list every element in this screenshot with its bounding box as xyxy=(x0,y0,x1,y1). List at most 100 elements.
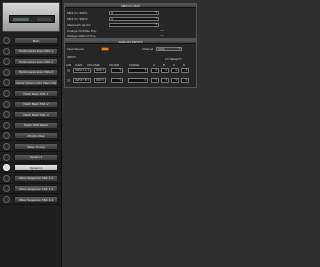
channel-select[interactable]: CHS xyxy=(156,46,182,51)
change-multifx-toggle[interactable] xyxy=(159,34,165,37)
patch-icon xyxy=(3,100,10,108)
sidebar-item[interactable]: Rhythm Map xyxy=(0,131,62,142)
midi-cc-swt2-label: MIDI CC SWT2 xyxy=(67,16,88,21)
header-fx-c: C xyxy=(173,63,176,67)
header-filter: FILTER xyxy=(109,63,120,67)
wave-icon xyxy=(3,143,10,150)
sidebar-item-label[interactable]: Wave Sequence XS/L 1-1 xyxy=(14,174,58,182)
sidebar-item-label[interactable]: Patch Bank XS/L 2 xyxy=(14,100,58,108)
input-b-scene[interactable] xyxy=(128,78,148,83)
aftertouch-select[interactable] xyxy=(109,22,159,27)
sidebar-item[interactable]: Patch Bank XS/L 2 xyxy=(0,100,62,110)
rhythm-icon xyxy=(3,132,10,140)
sidebar-item[interactable]: Performance Euro XS/L 1 xyxy=(0,47,62,57)
sidebar-item-label[interactable]: Wave Sequence XS/L 1-2 xyxy=(14,185,58,193)
wave-seq-icon xyxy=(3,174,10,182)
header-fx-d: D xyxy=(183,63,186,67)
input-b-fx-a[interactable] xyxy=(151,78,159,83)
input-b-fx-b[interactable] xyxy=(161,78,169,83)
input-a-filter[interactable] xyxy=(111,68,123,73)
aftertouch-label: Aftertouch via CC xyxy=(67,22,91,27)
aftertouch-row: Aftertouch via CC xyxy=(67,22,195,27)
input-b-volume[interactable]: OFF xyxy=(94,78,106,83)
analog-inputs-title: ANALOG INPUTS xyxy=(65,40,196,44)
input-b-fx-c[interactable] xyxy=(171,78,179,83)
sidebar-item[interactable]: Wave Sequence XS/L 1-2 xyxy=(0,184,62,195)
sidebar-item[interactable]: Patch Bank XS/L 1 xyxy=(0,89,62,99)
sidebar-item-label[interactable]: Patch Bank XS/L 1 xyxy=(14,90,58,97)
sidebar-item-label[interactable]: Global Options (Not Patch XS) xyxy=(14,79,58,87)
input-a-fx-c[interactable] xyxy=(171,68,179,73)
sidebar-item-label[interactable]: Performance Euro XS/L 2 xyxy=(14,58,58,66)
sidebar-item-label[interactable]: Rhythm Map xyxy=(14,132,58,140)
input-a-row: INPUT A OFF xyxy=(66,68,194,74)
sidebar-item[interactable]: Patch Bank XS/L 3 xyxy=(0,110,62,121)
change-multifx-label: Change Multi FX Pnp xyxy=(67,33,96,38)
input-b-fx-d[interactable] xyxy=(181,78,189,83)
input-a-toggle[interactable] xyxy=(66,68,71,73)
input-a-fx-b[interactable] xyxy=(161,68,169,73)
input-b-row: INPUT B OFF xyxy=(66,78,194,84)
header-volume: VOLUME xyxy=(87,63,100,67)
device-screen xyxy=(9,15,55,23)
performance-icon xyxy=(3,68,10,76)
input-a-fx-a[interactable] xyxy=(151,68,159,73)
input-source-button[interactable] xyxy=(101,46,109,51)
sidebar-item-label[interactable]: System 1 xyxy=(14,153,58,161)
midi-cc-swt2-row: MIDI CC SWT2 S xyxy=(67,16,195,21)
performance-icon xyxy=(3,47,10,55)
sidebar-item-label[interactable]: Main xyxy=(14,37,58,44)
input-b-name[interactable]: INPUT B xyxy=(73,78,91,83)
input-a-name[interactable]: INPUT A xyxy=(73,68,91,73)
sidebar-item[interactable]: Wave Tuning xyxy=(0,142,62,152)
midi-cc-swt1-row: MIDI CC SWT1 S xyxy=(67,10,195,15)
header-fx-a: A xyxy=(153,63,156,67)
system-icon xyxy=(3,153,10,161)
wave-seq-icon xyxy=(3,196,10,203)
sidebar-item[interactable]: Main xyxy=(0,36,62,46)
midi-cc-map-panel: MIDI CC MAP MIDI CC SWT1 S MIDI CC SWT2 … xyxy=(64,3,197,39)
change-cc-filter-toggle[interactable] xyxy=(159,29,165,32)
sidebar-item[interactable]: System 2 xyxy=(0,163,62,174)
sidebar-item[interactable]: System 1 xyxy=(0,153,62,163)
sidebar-item-label[interactable]: System 2 xyxy=(14,164,58,172)
sidebar-item[interactable]: Wave Sequence XS/L 1-1 xyxy=(0,174,62,184)
system-icon xyxy=(3,164,10,172)
sidebar-item[interactable]: Performance Euro XS/L 2 xyxy=(0,57,62,68)
sidebar-item[interactable]: Performance Euro XS/L 3 xyxy=(0,68,62,78)
input-a-fx-d[interactable] xyxy=(181,68,189,73)
sidebar-item[interactable]: Patch XRS Select xyxy=(0,121,62,131)
midi-cc-swt2-select[interactable]: S xyxy=(109,16,159,21)
sidebar-item[interactable]: Wave Sequence XS/L 1-3 xyxy=(0,195,62,205)
channel-label: Channel xyxy=(142,46,154,51)
input-b-toggle[interactable] xyxy=(66,78,71,83)
sidebar-item-label[interactable]: Wave Tuning xyxy=(14,143,58,150)
gain-section-label: INPUT xyxy=(67,54,76,59)
midi-cc-swt1-label: MIDI CC SWT1 xyxy=(67,10,88,15)
midi-cc-map-title: MIDI CC MAP xyxy=(65,4,196,8)
sidebar-item-label[interactable]: Performance Euro XS/L 3 xyxy=(14,68,58,76)
performance-icon xyxy=(3,58,10,66)
global-icon xyxy=(3,79,10,87)
header-ab: A/B xyxy=(66,63,71,67)
patch-icon xyxy=(3,121,10,129)
wave-seq-icon xyxy=(3,185,10,193)
header-fx-select: FX SELECT xyxy=(165,57,182,61)
sidebar-item-label[interactable]: Performance Euro XS/L 1 xyxy=(14,47,58,55)
input-source-row: Input Source Channel CHS xyxy=(67,46,196,51)
sidebar-item-label[interactable]: Wave Sequence XS/L 1-3 xyxy=(14,196,58,203)
input-source-label: Input Source xyxy=(67,46,85,51)
input-a-scene[interactable] xyxy=(128,68,148,73)
patch-icon xyxy=(3,90,10,97)
input-b-filter[interactable] xyxy=(111,78,123,83)
midi-cc-swt1-select[interactable]: S xyxy=(109,10,159,15)
input-a-volume[interactable]: OFF xyxy=(94,68,106,73)
gain-label-row: INPUT xyxy=(67,54,76,59)
sidebar-item[interactable]: Global Options (Not Patch XS) xyxy=(0,78,62,89)
device-image xyxy=(2,2,60,32)
patch-icon xyxy=(3,111,10,119)
sidebar-item-label[interactable]: Patch Bank XS/L 3 xyxy=(14,111,58,119)
main-icon xyxy=(3,37,10,44)
change-cc-filter-label: Change CC/Filter Pnp xyxy=(67,28,97,33)
sidebar-item-label[interactable]: Patch XRS Select xyxy=(14,121,58,129)
